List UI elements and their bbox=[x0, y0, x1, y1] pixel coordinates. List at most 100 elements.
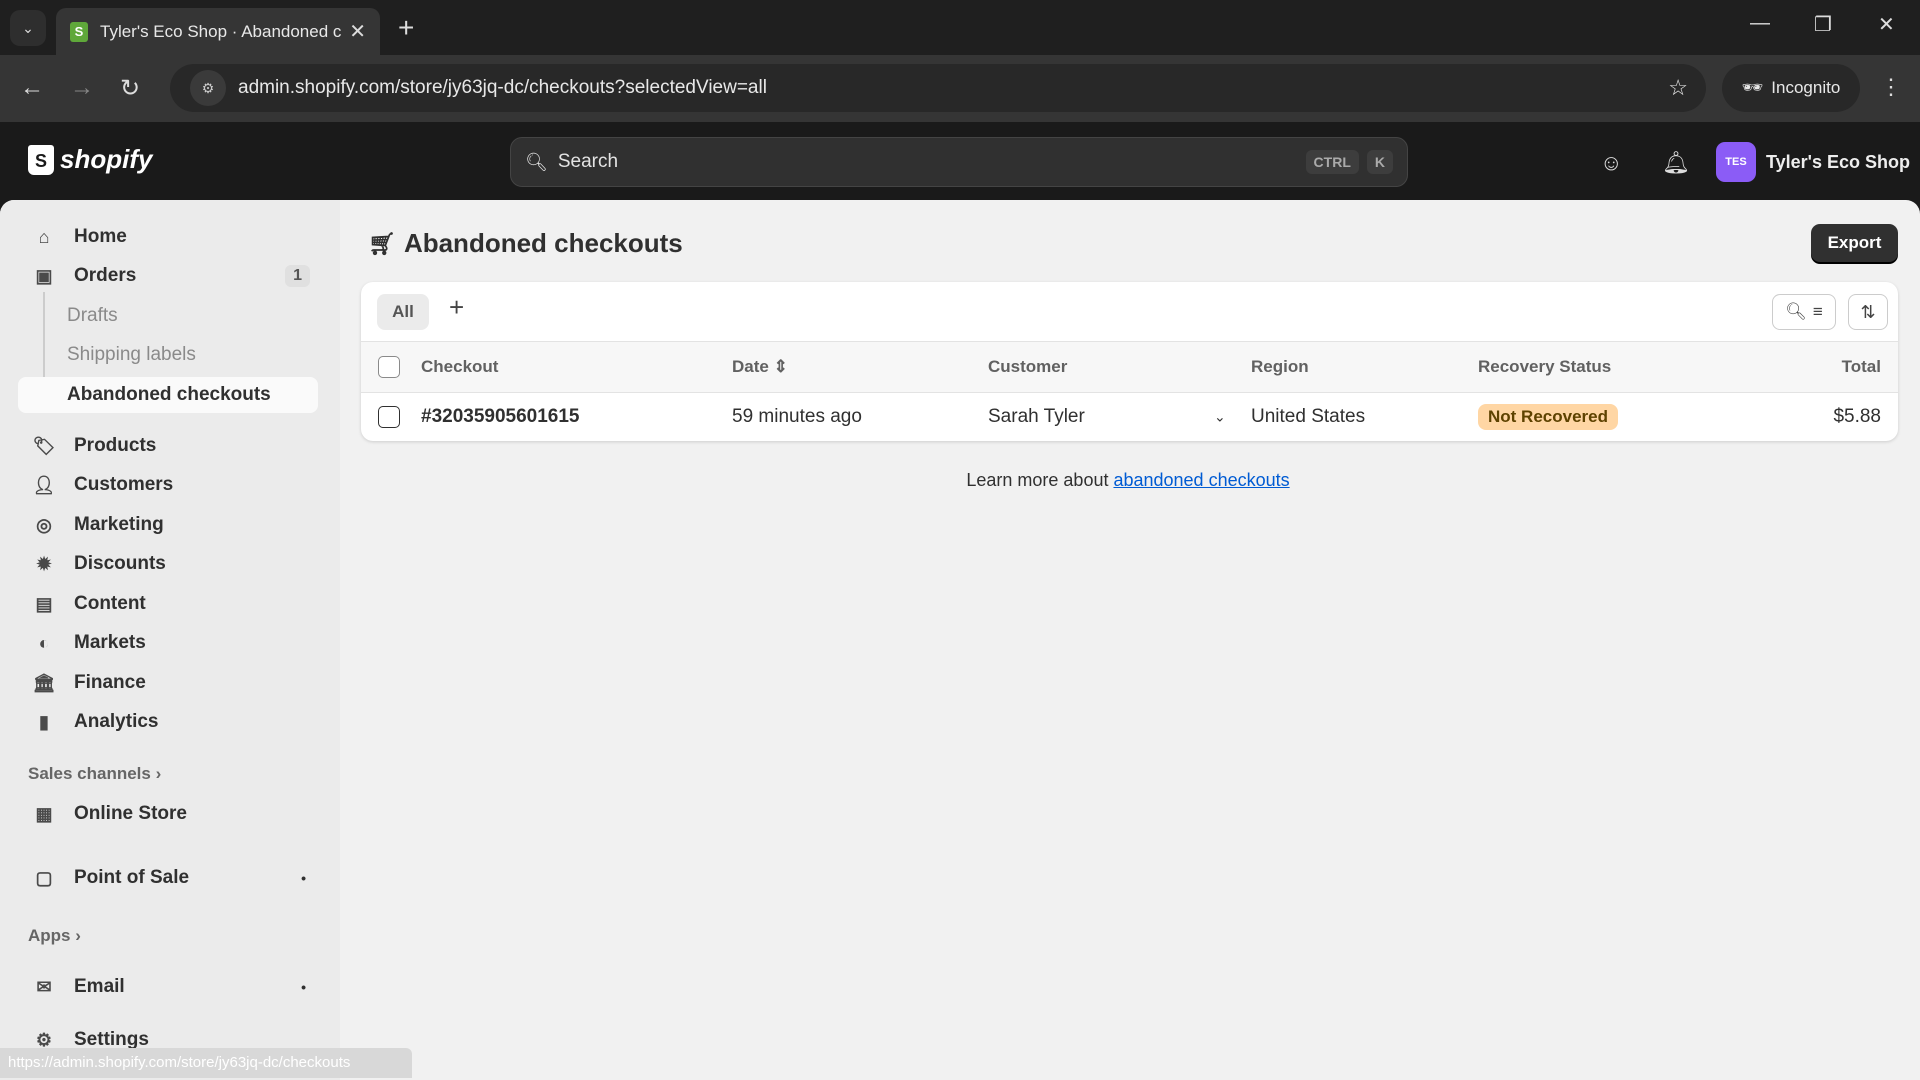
sidebar-item-shipping-labels[interactable]: Shipping labels bbox=[26, 337, 318, 373]
chevron-down-icon[interactable]: ⌄ bbox=[1214, 409, 1226, 426]
address-bar[interactable]: ⚙ admin.shopify.com/store/jy63jq-dc/chec… bbox=[170, 64, 1706, 112]
browser-tab[interactable]: S Tyler's Eco Shop · Abandoned c ✕ bbox=[56, 8, 380, 55]
region: United States bbox=[1251, 406, 1366, 427]
search-filter-button[interactable]: 🔍︎ ≡ bbox=[1772, 294, 1836, 330]
sidebar-item-online-store[interactable]: ▦ Online Store bbox=[26, 796, 318, 832]
sidebar-item-markets[interactable]: ◐ Markets bbox=[26, 625, 318, 661]
search-icon: 🔍︎ bbox=[525, 151, 548, 172]
recovery-status-badge: Not Recovered bbox=[1478, 404, 1618, 430]
label: Marketing bbox=[74, 514, 164, 535]
store-menu[interactable]: TES Tyler's Eco Shop bbox=[1716, 142, 1910, 182]
sidebar: ⌂ Home ▣ Orders 1 Drafts Shipping labels Ab… bbox=[0, 200, 340, 1080]
notifications-bell-icon[interactable]: 🔔︎ bbox=[1662, 150, 1690, 176]
incognito-indicator[interactable]: 🕶 Incognito bbox=[1722, 64, 1860, 112]
shortcut-k: K bbox=[1366, 150, 1393, 174]
learn-more: Learn more about abandoned checkouts bbox=[0, 470, 1920, 491]
incognito-icon: 🕶 bbox=[1741, 78, 1764, 97]
table-header: Checkout Date ⇕ Customer Region Recovery… bbox=[361, 342, 1898, 393]
sort-icon: ⇅ bbox=[1860, 301, 1876, 322]
label: Home bbox=[74, 226, 127, 247]
bookmark-star-icon[interactable]: ☆ bbox=[1668, 75, 1688, 101]
store-avatar: TES bbox=[1716, 142, 1756, 182]
sidebar-item-marketing[interactable]: ◎ Marketing bbox=[26, 507, 318, 543]
row-checkbox[interactable] bbox=[378, 406, 400, 428]
sidebar-item-content[interactable]: ▤ Content bbox=[26, 586, 318, 622]
checkout-date: 59 minutes ago bbox=[732, 406, 862, 427]
title-text: Abandoned checkouts bbox=[403, 228, 683, 258]
sidebar-item-home[interactable]: ⌂ Home bbox=[26, 219, 318, 255]
col-customer: Customer bbox=[988, 357, 1068, 376]
forward-icon[interactable]: → bbox=[70, 74, 94, 102]
col-recovery-status: Recovery Status bbox=[1478, 357, 1612, 376]
sidebar-item-abandoned-checkouts[interactable]: Abandoned checkouts bbox=[18, 377, 318, 413]
restore-icon[interactable]: ❐ bbox=[1814, 12, 1832, 37]
store-name: Tyler's Eco Shop bbox=[1766, 151, 1910, 172]
envelope-icon: ✉ bbox=[36, 976, 52, 997]
site-info-icon[interactable]: ⚙ bbox=[190, 70, 226, 106]
abandoned-checkouts-link[interactable]: abandoned checkouts bbox=[1113, 470, 1289, 490]
sidebar-item-finance[interactable]: 🏛︎ Finance bbox=[26, 665, 318, 701]
sidebar-item-discounts[interactable]: ✹ Discounts bbox=[26, 546, 318, 582]
add-view-button[interactable]: + bbox=[449, 292, 464, 323]
browser-menu-icon[interactable]: ⋮ bbox=[1880, 74, 1902, 100]
page-title: 🛒︎ Abandoned checkouts bbox=[368, 228, 683, 259]
col-checkout: Checkout bbox=[421, 357, 499, 376]
label: Abandoned checkouts bbox=[67, 384, 271, 405]
label: Orders bbox=[74, 265, 137, 286]
orders-count-badge: 1 bbox=[285, 265, 310, 287]
tag-icon: 🏷︎ bbox=[32, 435, 56, 456]
sidebar-item-products[interactable]: 🏷︎ Products bbox=[26, 428, 318, 464]
sidebar-item-email[interactable]: ✉ Email • bbox=[26, 969, 318, 1005]
label: Apps bbox=[28, 926, 71, 945]
checkouts-table-card: All + 🔍︎ ≡ ⇅ Checkout Date ⇕ Customer Reg… bbox=[361, 282, 1898, 441]
shopify-logo[interactable]: Sshopify bbox=[28, 144, 152, 175]
shopify-favicon-icon: S bbox=[70, 21, 88, 42]
search-input[interactable]: 🔍︎ Search CTRL K bbox=[510, 137, 1408, 187]
col-date[interactable]: Date ⇕ bbox=[732, 357, 788, 377]
target-icon: ◎ bbox=[36, 514, 52, 535]
sidebar-item-drafts[interactable]: Drafts bbox=[26, 298, 318, 334]
label: Sales channels bbox=[28, 764, 151, 783]
label: Discounts bbox=[74, 553, 166, 574]
sidebar-item-point-of-sale[interactable]: ▢ Point of Sale • bbox=[26, 860, 318, 896]
dot-icon: • bbox=[301, 870, 306, 886]
customer-name[interactable]: Sarah Tyler bbox=[988, 406, 1085, 428]
dot-icon: • bbox=[301, 979, 306, 995]
sidekick-icon[interactable]: ☺ bbox=[1600, 150, 1622, 176]
close-window-icon[interactable]: ✕ bbox=[1878, 12, 1895, 37]
logo-text: shopify bbox=[60, 144, 153, 174]
sidebar-item-orders[interactable]: ▣ Orders 1 bbox=[26, 258, 318, 294]
discount-icon: ✹ bbox=[36, 553, 52, 574]
reload-icon[interactable]: ↻ bbox=[120, 74, 140, 103]
total-amount: $5.88 bbox=[1833, 406, 1881, 427]
col-region: Region bbox=[1251, 357, 1309, 376]
label: Markets bbox=[74, 632, 146, 653]
select-all-checkbox[interactable] bbox=[378, 356, 400, 378]
url-text: admin.shopify.com/store/jy63jq-dc/checko… bbox=[238, 77, 767, 98]
sales-channels-heading[interactable]: Sales channels › bbox=[28, 764, 161, 784]
label: Drafts bbox=[67, 305, 118, 326]
label: Finance bbox=[74, 672, 146, 693]
label: Online Store bbox=[74, 803, 187, 824]
sort-button[interactable]: ⇅ bbox=[1848, 294, 1888, 330]
tab-search-button[interactable]: ⌄ bbox=[10, 10, 46, 46]
label: Analytics bbox=[74, 711, 159, 732]
label: Products bbox=[74, 435, 157, 456]
cart-icon: 🛒︎ bbox=[368, 230, 396, 256]
sort-arrows-icon: ⇕ bbox=[773, 357, 788, 376]
search-placeholder: Search bbox=[557, 151, 619, 172]
minimize-icon[interactable]: — bbox=[1750, 12, 1770, 35]
tab-all[interactable]: All bbox=[377, 294, 429, 330]
checkout-id-link[interactable]: #32035905601615 bbox=[421, 406, 580, 428]
pos-icon: ▢ bbox=[35, 867, 53, 888]
inbox-icon: ▣ bbox=[35, 265, 53, 286]
close-tab-icon[interactable]: ✕ bbox=[349, 19, 366, 44]
table-row[interactable]: #32035905601615 59 minutes ago Sarah Tyl… bbox=[361, 393, 1898, 441]
export-button[interactable]: Export bbox=[1811, 224, 1898, 262]
back-icon[interactable]: ← bbox=[20, 74, 44, 102]
learn-more-text: Learn more about bbox=[966, 470, 1114, 490]
sidebar-item-analytics[interactable]: ▮ Analytics bbox=[26, 704, 318, 740]
shortcut-ctrl: CTRL bbox=[1305, 150, 1359, 174]
apps-heading[interactable]: Apps › bbox=[28, 926, 81, 946]
new-tab-button[interactable]: + bbox=[398, 12, 414, 44]
